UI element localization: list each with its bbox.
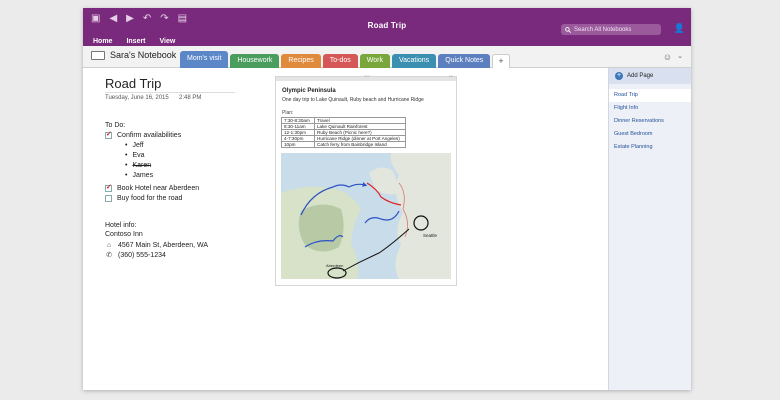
- tab-to-dos[interactable]: To-dos: [322, 54, 358, 68]
- title-bar: ▣ ◀ ▶ ↶ ↷ ▤ Road Trip Search All Noteboo…: [83, 8, 691, 38]
- search-input[interactable]: Search All Notebooks: [561, 24, 661, 35]
- add-page-label: Add Page: [627, 73, 654, 79]
- onenote-window: ▣ ◀ ▶ ↶ ↷ ▤ Road Trip Search All Noteboo…: [83, 8, 691, 390]
- list-item: • Karen: [125, 162, 152, 169]
- page-canvas[interactable]: Road Trip Tuesday, June 16, 2015 2:48 PM…: [83, 68, 608, 390]
- tab-vacations[interactable]: Vacations: [391, 54, 437, 68]
- plus-icon: +: [615, 72, 623, 80]
- todo-item-confirm: Confirm availabilities: [105, 130, 182, 139]
- todo-checkbox[interactable]: [105, 195, 112, 202]
- phone-icon: ✆: [106, 252, 112, 259]
- hotel-info: Hotel info: Contoso Inn: [105, 221, 143, 239]
- menu-view[interactable]: View: [160, 38, 176, 46]
- notebook-name: Sara's Notebook: [110, 50, 177, 60]
- plan-label: Plan:: [282, 110, 294, 116]
- search-icon: [565, 26, 571, 33]
- notebook-picker[interactable]: Sara's Notebook ▼: [91, 50, 187, 60]
- hotel-heading: Hotel info:: [105, 222, 137, 229]
- page-title[interactable]: Road Trip: [105, 76, 161, 91]
- page-item-road-trip[interactable]: Road Trip: [609, 89, 691, 102]
- page-list: Road Trip Flight Info Dinner Reservation…: [609, 89, 691, 154]
- tab-housework[interactable]: Housework: [230, 54, 280, 68]
- todo-item-buy-food: Buy food for the road: [105, 195, 182, 202]
- page-date: Tuesday, June 16, 2015: [105, 95, 169, 101]
- todo-label: Book Hotel near Aberdeen: [117, 185, 200, 192]
- section-tab-strip: Sara's Notebook ▼ Mom's visit Housework …: [83, 46, 691, 68]
- todo-heading: To Do:: [105, 122, 126, 129]
- home-icon: ⌂: [106, 242, 112, 249]
- hotel-address: 4567 Main St, Aberdeen, WA: [118, 242, 209, 249]
- map-image: Seattle Aberdeen: [281, 153, 451, 279]
- share-icon[interactable]: 👤: [674, 23, 685, 34]
- page-item-estate-planning[interactable]: Estate Planning: [609, 141, 691, 154]
- todo-label: Confirm availabilities: [117, 132, 182, 139]
- toolbar-right: ☺ ⌄: [663, 52, 683, 62]
- list-item: • Eva: [125, 152, 145, 159]
- note-title: Olympic Peninsula: [282, 88, 336, 94]
- todo-checkbox[interactable]: [105, 130, 112, 139]
- tab-work[interactable]: Work: [359, 54, 390, 68]
- note-container[interactable]: ⋯ ↔ Olympic Peninsula One day trip to Lak…: [275, 73, 457, 286]
- todo-label: Buy food for the road: [117, 195, 183, 202]
- table-row: 10pm Catch ferry from Bainbridge Island: [281, 141, 406, 148]
- tab-quick-notes[interactable]: Quick Notes: [438, 54, 491, 68]
- map-drawing: Seattle Aberdeen: [281, 153, 451, 279]
- map-label-seattle: Seattle: [423, 233, 438, 238]
- page-item-guest-bedroom[interactable]: Guest Bedroom: [609, 128, 691, 141]
- tab-recipes[interactable]: Recipes: [281, 54, 321, 68]
- page-time: 2:48 PM: [179, 95, 202, 101]
- add-section-button[interactable]: +: [492, 54, 510, 68]
- add-page-button[interactable]: + Add Page: [609, 68, 691, 84]
- expand-icon[interactable]: ↔: [448, 73, 454, 79]
- plan-table: 7:30-8:30am Travel 8:30-11am Lake Quinault…: [281, 117, 406, 148]
- list-item: • James: [125, 172, 154, 179]
- hotel-phone-row: ✆ (360) 555-1234: [105, 251, 166, 260]
- hotel-name: Contoso Inn: [105, 231, 143, 238]
- drag-handle-icon[interactable]: ⋯: [364, 73, 370, 80]
- table-row: 4-7:30pm Hurricane Ridge (dinner at Port …: [281, 135, 406, 142]
- smiley-icon[interactable]: ☺: [663, 52, 672, 62]
- map-label-aberdeen: Aberdeen: [326, 263, 343, 268]
- title-underline: [105, 92, 235, 93]
- todo-checkbox[interactable]: [105, 183, 112, 192]
- chevron-down-icon[interactable]: ⌄: [677, 52, 683, 62]
- hotel-address-row: ⌂ 4567 Main St, Aberdeen, WA: [105, 242, 208, 249]
- page-list-sidebar: + Add Page Road Trip Flight Info Dinner …: [608, 68, 691, 390]
- todo-item-book-hotel: Book Hotel near Aberdeen: [105, 183, 200, 192]
- section-tabs: Mom's visit Housework Recipes To-dos Wor…: [180, 50, 510, 68]
- menu-home[interactable]: Home: [93, 38, 112, 46]
- search-placeholder: Search All Notebooks: [574, 26, 632, 33]
- tab-moms-visit[interactable]: Mom's visit: [180, 51, 229, 68]
- list-item: • Jeff: [125, 142, 144, 149]
- container-drag-bar[interactable]: ⋯ ↔: [276, 73, 456, 81]
- notebook-icon: [91, 50, 105, 60]
- hotel-phone: (360) 555-1234: [118, 251, 166, 259]
- page-item-flight-info[interactable]: Flight Info: [609, 102, 691, 115]
- note-subtitle: One day trip to Lake Quinault, Ruby beac…: [282, 97, 424, 103]
- page-item-dinner-reservations[interactable]: Dinner Reservations: [609, 115, 691, 128]
- menu-bar: Home Insert View: [83, 38, 691, 46]
- menu-insert[interactable]: Insert: [126, 38, 145, 46]
